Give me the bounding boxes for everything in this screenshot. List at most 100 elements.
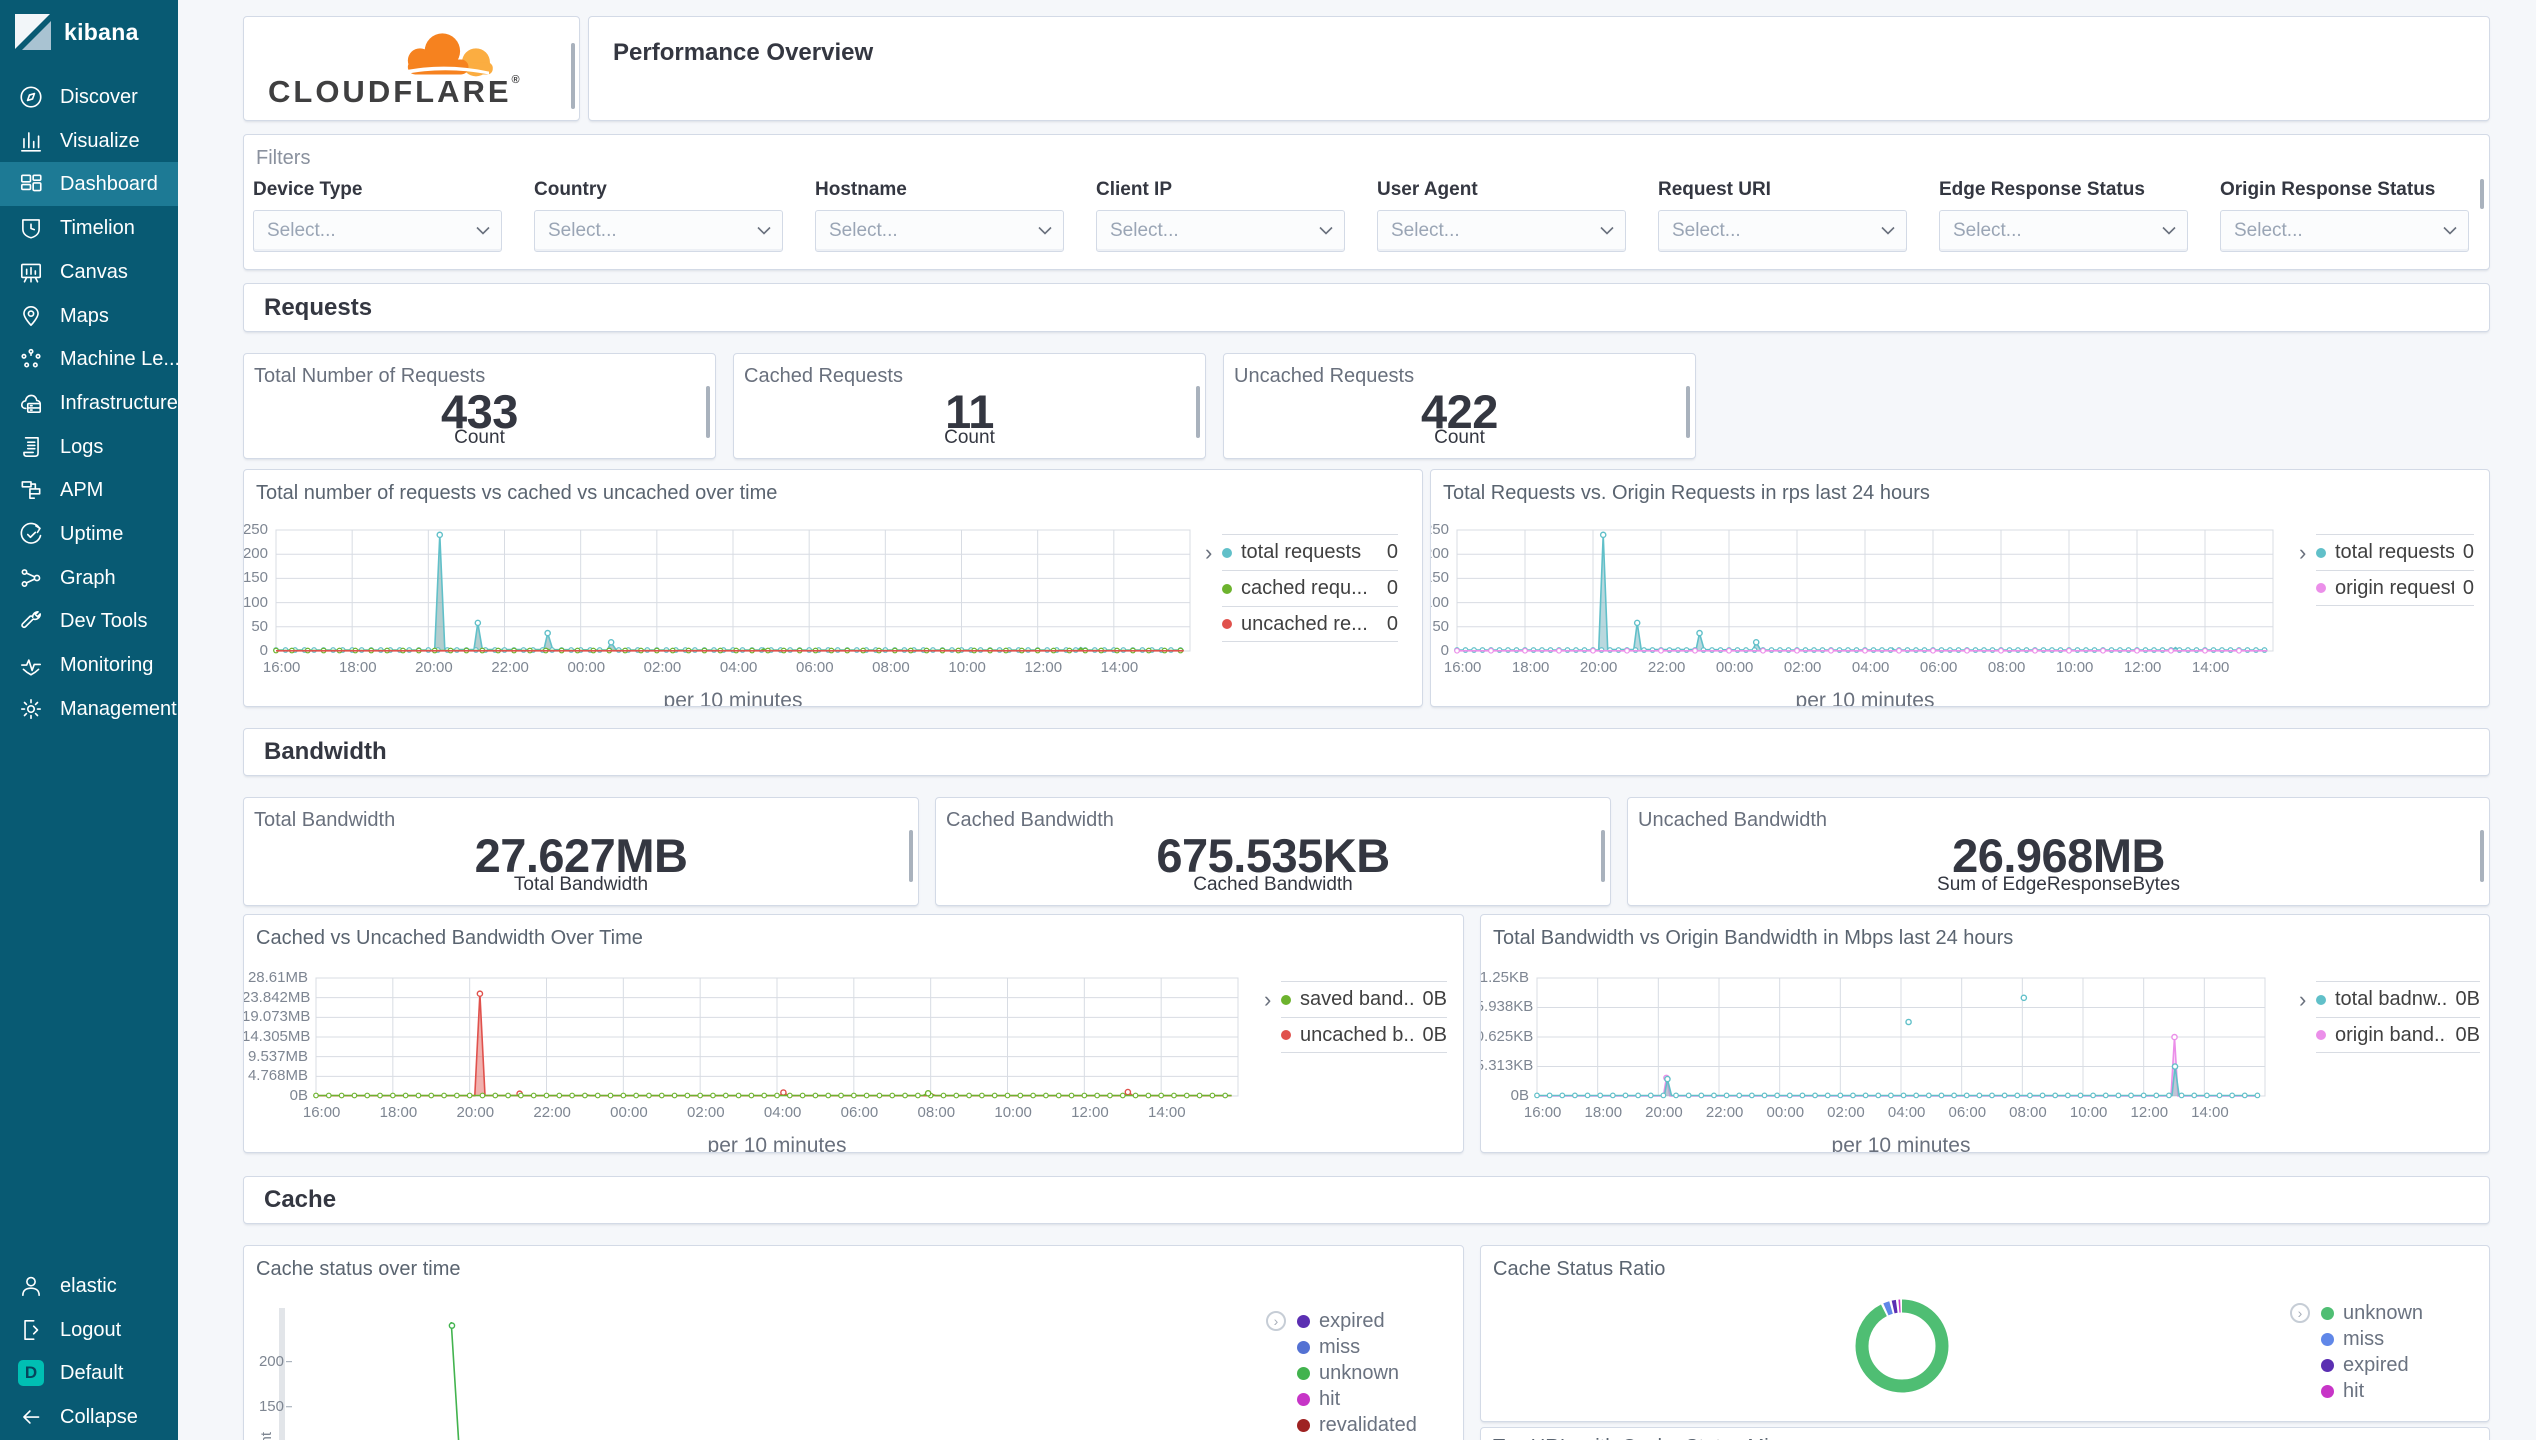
legend-label: total requests	[2335, 541, 2454, 563]
sidebar-item-machine-le[interactable]: Machine Le...	[0, 337, 178, 381]
sidebar-item-uptime[interactable]: Uptime	[0, 512, 178, 556]
legend-expand-icon[interactable]: ›	[2290, 1303, 2310, 1323]
filter-user-agent: User Agent Select...	[1377, 179, 1629, 252]
legend-label: uncached re...	[1241, 612, 1368, 635]
legend-item[interactable]: origin band... 0B	[2316, 1017, 2480, 1053]
filter-select[interactable]: Select...	[534, 210, 783, 252]
y-axis-tick-label: 100	[1431, 593, 1449, 611]
legend-expand-icon[interactable]: ›	[1264, 989, 1271, 1011]
filter-select[interactable]: Select...	[1096, 210, 1345, 252]
sidebar-item-collapse[interactable]: Collapse	[0, 1395, 178, 1439]
legend-item[interactable]: expired	[2321, 1352, 2471, 1378]
sidebar-item-dashboard[interactable]: Dashboard	[0, 162, 178, 206]
panel-scrollbar[interactable]	[909, 830, 913, 882]
legend-value: 0	[1386, 541, 1398, 563]
legend-item[interactable]: unknown	[1297, 1360, 1447, 1386]
x-axis-tick-label: 12:00	[2123, 659, 2162, 676]
legend-item[interactable]: origin requests 0	[2316, 570, 2474, 606]
kibana-logo[interactable]: kibana	[0, 0, 178, 64]
filter-select[interactable]: Select...	[1377, 210, 1626, 252]
sidebar-item-elastic[interactable]: elastic	[0, 1264, 178, 1308]
legend-expand-icon[interactable]: ›	[2299, 542, 2306, 564]
x-axis-tick-label: 14:00	[2191, 1104, 2229, 1121]
sidebar-item-logout[interactable]: Logout	[0, 1308, 178, 1352]
sidebar-item-infrastructure[interactable]: Infrastructure	[0, 381, 178, 425]
chevron-down-icon	[1038, 222, 1052, 240]
x-axis-tick-label: 12:00	[1024, 659, 1063, 676]
chart-title: Top URIs with Cache Status Miss	[1493, 1436, 1789, 1440]
filter-select[interactable]: Select...	[253, 210, 502, 252]
filter-select[interactable]: Select...	[815, 210, 1064, 252]
panel-scrollbar[interactable]	[1196, 386, 1200, 438]
sidebar-item-monitoring[interactable]: Monitoring	[0, 643, 178, 687]
legend-item[interactable]: saved band... 0B	[1281, 981, 1447, 1017]
legend-item[interactable]: revalidated	[1297, 1412, 1447, 1438]
metric-unit-label: Cached Bandwidth	[1193, 874, 1353, 895]
chart-title: Cache status over time	[256, 1258, 461, 1280]
panel-scrollbar[interactable]	[2480, 179, 2484, 209]
chart-plot-area[interactable]	[1534, 977, 2266, 1099]
sidebar-item-label: Management	[60, 697, 177, 720]
legend-label: hit	[2343, 1379, 2365, 1402]
uptime-check-icon	[20, 522, 42, 544]
legend-expand-icon[interactable]: ›	[2299, 989, 2306, 1011]
cache-status-donut[interactable]	[1846, 1290, 1958, 1402]
sidebar-item-logs[interactable]: Logs	[0, 425, 178, 469]
filter-select[interactable]: Select...	[2220, 210, 2469, 252]
y-axis-tick-label: 0B	[289, 1087, 308, 1104]
legend-value: 0	[1386, 577, 1398, 599]
x-axis-tick-label: 10:00	[2055, 659, 2094, 676]
legend-color-dot	[2316, 547, 2326, 558]
sidebar-item-canvas[interactable]: Canvas	[0, 250, 178, 294]
legend-item[interactable]: cached requ... 0	[1222, 570, 1398, 606]
legend-item[interactable]: unknown	[2321, 1300, 2471, 1326]
sidebar-item-dev-tools[interactable]: Dev Tools	[0, 599, 178, 643]
filter-select[interactable]: Select...	[1939, 210, 2188, 252]
legend-expand-icon[interactable]: ›	[1205, 542, 1212, 564]
y-axis-tick-label: 781.25KB	[1480, 969, 1529, 986]
sidebar-item-timelion[interactable]: Timelion	[0, 206, 178, 250]
x-axis-tick-label: 16:00	[1523, 1104, 1562, 1121]
sidebar-item-visualize[interactable]: Visualize	[0, 119, 178, 163]
chart-plot-area[interactable]	[279, 1308, 1438, 1440]
panel-scrollbar[interactable]	[1601, 830, 1605, 882]
legend-item[interactable]: miss	[1297, 1334, 1447, 1360]
requests-vs-origin-chart-panel: Total Requests vs. Origin Requests in rp…	[1430, 469, 2490, 707]
legend-item[interactable]: total requests 0	[2316, 534, 2474, 570]
sidebar-item-maps[interactable]: Maps	[0, 294, 178, 338]
select-placeholder: Select...	[267, 220, 336, 241]
legend-item[interactable]: hit	[1297, 1386, 1447, 1412]
chevron-down-icon	[1881, 222, 1895, 240]
bandwidth-section-panel: Bandwidth	[243, 728, 2490, 776]
sidebar-item-graph[interactable]: Graph	[0, 556, 178, 600]
chart-plot-area[interactable]	[273, 529, 1191, 654]
sidebar-item-default[interactable]: D Default	[0, 1351, 178, 1395]
legend-item[interactable]: total requests 0	[1222, 534, 1398, 570]
legend-item[interactable]: uncached b... 0B	[1281, 1017, 1447, 1053]
sidebar-item-discover[interactable]: Discover	[0, 75, 178, 119]
sidebar-item-management[interactable]: Management	[0, 687, 178, 731]
legend-item[interactable]: expired	[1297, 1308, 1447, 1334]
sidebar-item-label: Discover	[60, 85, 138, 108]
panel-scrollbar[interactable]	[1686, 386, 1690, 438]
legend-expand-icon[interactable]: ›	[1266, 1311, 1286, 1331]
legend-item[interactable]: uncached re... 0	[1222, 606, 1398, 642]
panel-scrollbar[interactable]	[571, 43, 575, 109]
legend-color-dot	[1281, 994, 1291, 1005]
legend-item[interactable]: total badnw... 0B	[2316, 981, 2480, 1017]
metric-unit-label: Count	[454, 427, 505, 448]
x-axis-tick-label: 10:00	[948, 659, 986, 676]
panel-scrollbar[interactable]	[2480, 830, 2484, 882]
arrow-left-icon	[23, 1410, 40, 1424]
filter-select[interactable]: Select...	[1658, 210, 1907, 252]
panel-scrollbar[interactable]	[706, 386, 710, 438]
donut-slice-unknown[interactable]	[1855, 1299, 1949, 1393]
sidebar-item-label: APM	[60, 478, 104, 501]
legend-item[interactable]: hit	[2321, 1378, 2471, 1404]
chart-plot-area[interactable]	[1454, 529, 2274, 654]
sidebar-item-apm[interactable]: APM	[0, 468, 178, 512]
chart-plot-area[interactable]	[313, 977, 1239, 1099]
legend-item[interactable]: miss	[2321, 1326, 2471, 1352]
x-axis-tick-label: 22:00	[533, 1104, 571, 1121]
shield-clock-icon	[22, 219, 40, 239]
